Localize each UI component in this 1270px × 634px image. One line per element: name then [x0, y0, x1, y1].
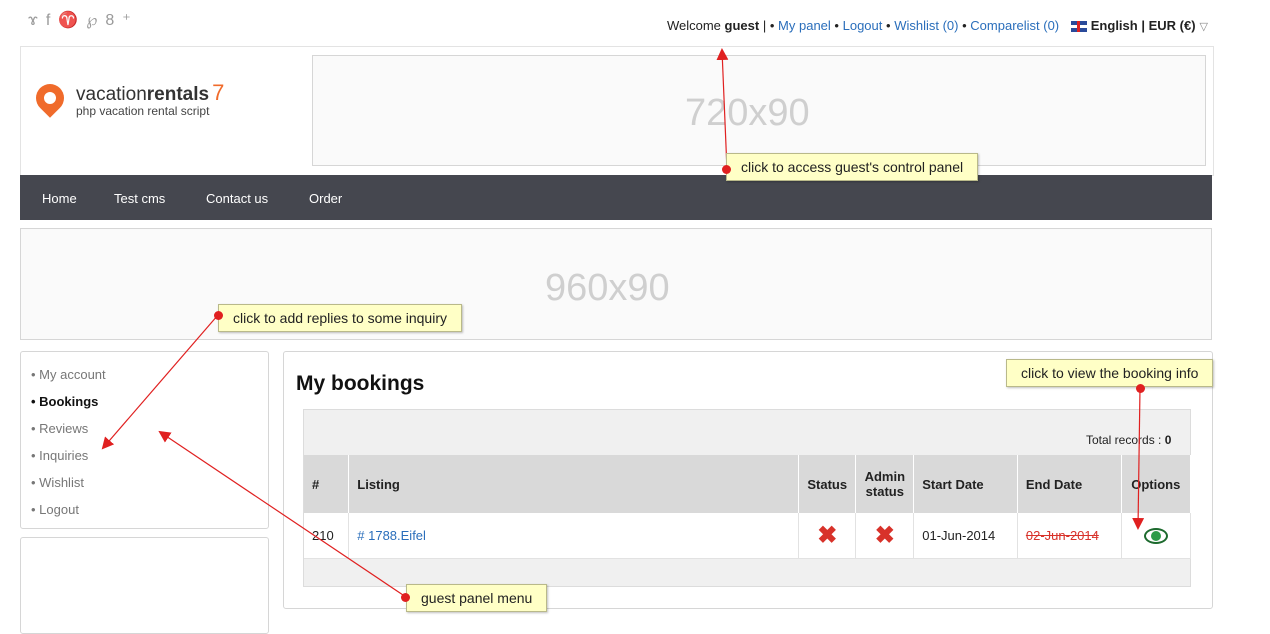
uk-flag-icon [1070, 21, 1087, 33]
bullet: • [886, 18, 891, 33]
logo-text: vacationrentals 7 [76, 80, 224, 106]
menu-my-account[interactable]: • My account [31, 367, 106, 382]
total-label: Total records : [1086, 433, 1162, 447]
menu-reviews[interactable]: • Reviews [31, 421, 88, 436]
rss-icon[interactable]: ɤ [28, 12, 46, 30]
col-start-date: Start Date [913, 455, 1018, 513]
my-panel-link[interactable]: My panel [778, 18, 831, 33]
cell-status: ✖ [798, 513, 857, 559]
ad-banner-top[interactable]: 720x90 [312, 55, 1206, 166]
bullet: • [834, 18, 839, 33]
chevron-down-icon[interactable]: ▽ [1200, 20, 1208, 33]
top-user-bar: Welcome guest | • My panel • Logout • Wi… [667, 18, 1208, 33]
googleplus-icon[interactable]: 8⁺ [105, 10, 138, 30]
logout-link[interactable]: Logout [843, 18, 883, 33]
callout-panel: click to access guest's control panel [726, 153, 979, 181]
cell-options [1121, 513, 1192, 559]
col-end-date: End Date [1017, 455, 1122, 513]
twitter-icon[interactable]: ♈ [58, 10, 86, 30]
status-cross-icon: ✖ [817, 521, 838, 549]
eye-icon[interactable] [1143, 527, 1168, 544]
cell-start-date: 01-Jun-2014 [913, 513, 1018, 559]
nav-test-cms[interactable]: Test cms [114, 191, 165, 206]
locale-selector[interactable]: English | EUR (€) [1091, 18, 1196, 33]
col-status: Status [798, 455, 857, 513]
col-options: Options [1121, 455, 1192, 513]
ad-banner-mid[interactable]: 960x90 [20, 228, 1212, 340]
bullet: • [769, 18, 775, 33]
callout-booking: click to view the booking info [1006, 359, 1214, 387]
bullet: • [962, 18, 967, 33]
logo-version: 7 [212, 80, 225, 105]
username: guest [724, 18, 760, 33]
menu-wishlist[interactable]: • Wishlist [31, 475, 84, 490]
cell-admin-status: ✖ [855, 513, 915, 559]
menu-inquiries[interactable]: • Inquiries [31, 448, 88, 463]
separator: | [762, 18, 767, 33]
logo-name-light: vacation [76, 84, 147, 105]
nav-contact-us[interactable]: Contact us [206, 191, 268, 206]
logo-name-bold: rentals [146, 84, 210, 105]
wishlist-link[interactable]: Wishlist (0) [894, 18, 958, 33]
bookings-table: # Listing Status Admin status Start Date… [304, 455, 1192, 559]
table-row: 210 # 1788.Eifel ✖ ✖ 01-Jun-2014 02-Jun-… [304, 513, 1192, 559]
nav-order[interactable]: Order [309, 191, 342, 206]
callout-dot [1136, 384, 1145, 393]
comparelist-link[interactable]: Comparelist (0) [970, 18, 1059, 33]
end-date-value: 02-Jun-2014 [1025, 528, 1099, 543]
banner-size-label: 720x90 [685, 92, 810, 134]
social-icons: ɤf♈℘8⁺ [28, 10, 139, 30]
sidebar-box [20, 537, 269, 634]
banner-size-label: 960x90 [545, 267, 670, 309]
menu-bookings[interactable]: • Bookings [31, 394, 98, 409]
table-header-row: # Listing Status Admin status Start Date… [304, 455, 1192, 513]
main-nav: Home Test cms Contact us Order [20, 175, 1212, 220]
callout-inquiry: click to add replies to some inquiry [218, 304, 462, 332]
total-value: 0 [1164, 433, 1172, 447]
menu-logout[interactable]: • Logout [31, 502, 79, 517]
page-title: My bookings [296, 372, 425, 395]
welcome-text: Welcome [666, 18, 721, 33]
cell-listing: # 1788.Eifel [348, 513, 800, 559]
admin-status-cross-icon: ✖ [874, 521, 895, 549]
nav-home[interactable]: Home [42, 191, 77, 206]
col-id: # [304, 455, 350, 513]
facebook-icon[interactable]: f [46, 12, 58, 30]
col-admin-status: Admin status [855, 455, 915, 513]
listing-link[interactable]: # 1788.Eifel [357, 528, 426, 543]
callout-dot [401, 593, 410, 602]
total-records: Total records : 0 [1086, 433, 1171, 447]
callout-menu: guest panel menu [406, 584, 548, 612]
cell-id: 210 [304, 513, 350, 559]
callout-dot [722, 165, 731, 174]
pinterest-icon[interactable]: ℘ [86, 10, 105, 30]
col-listing: Listing [348, 455, 800, 513]
callout-dot [214, 311, 223, 320]
cell-end-date: 02-Jun-2014 [1017, 513, 1122, 559]
guest-panel-menu: • My account • Bookings • Reviews • Inqu… [20, 351, 269, 529]
logo-tagline: php vacation rental script [76, 104, 210, 118]
